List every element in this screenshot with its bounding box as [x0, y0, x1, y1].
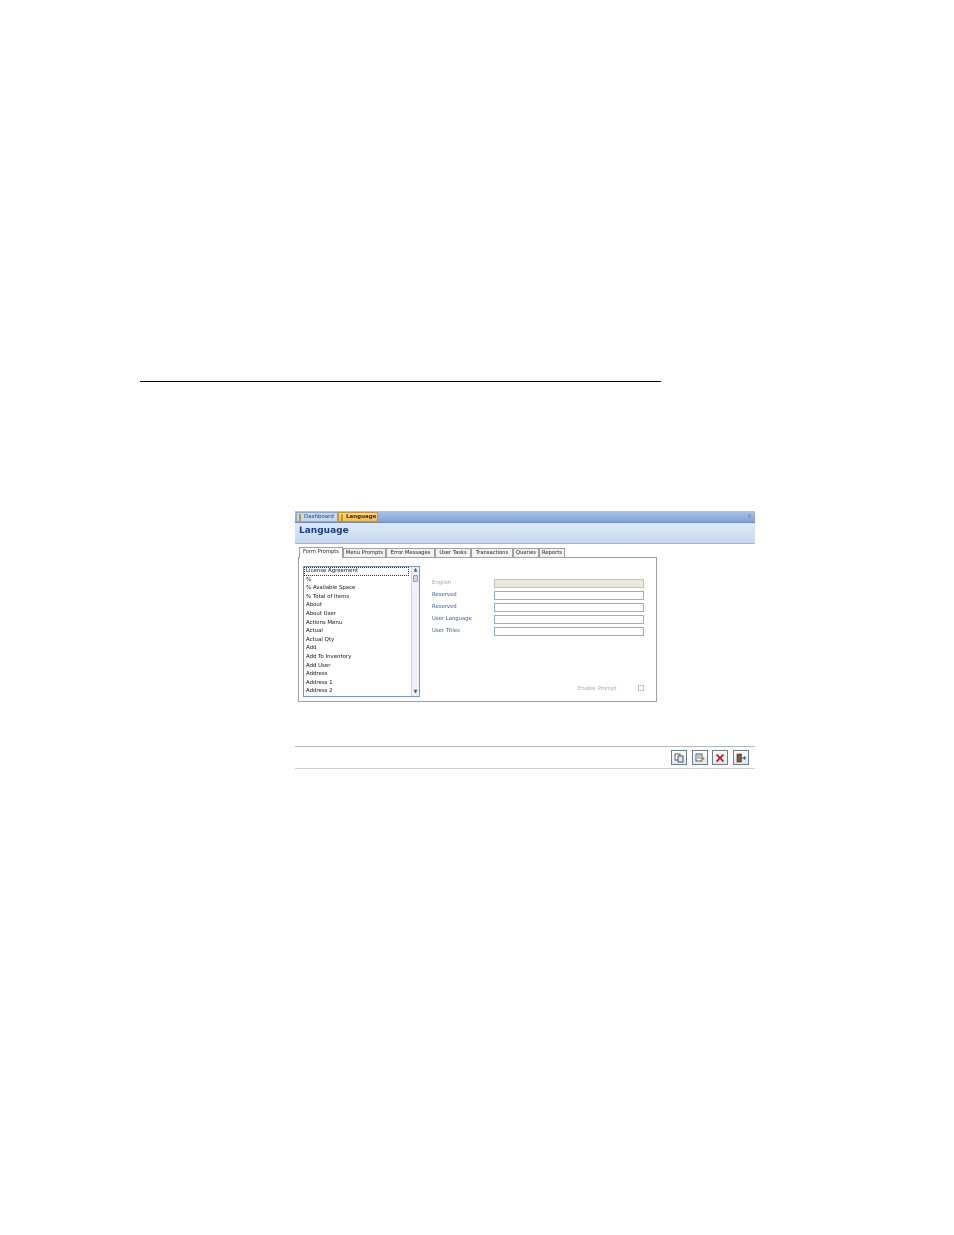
document-tab-bar: Dashboard Language ×	[295, 511, 755, 523]
delete-button[interactable]	[712, 750, 728, 765]
list-item[interactable]: % Total of Items	[304, 593, 419, 602]
tab-dashboard-label: Dashboard	[304, 514, 334, 520]
user-titles-label: User Titles	[432, 628, 460, 634]
edit-button[interactable]	[692, 750, 708, 765]
copy-button[interactable]	[671, 750, 687, 765]
delete-icon	[715, 753, 725, 762]
tab-reports[interactable]: Reports	[539, 548, 565, 557]
scroll-up-icon[interactable]: ▲	[412, 567, 419, 574]
tab-form-prompts[interactable]: Form Prompts	[299, 547, 343, 558]
tab-error-messages[interactable]: Error Messages	[386, 548, 435, 557]
enable-prompt-label: Enable Prompt	[578, 686, 617, 692]
list-item[interactable]: Address	[304, 670, 419, 679]
form-header: Language	[295, 523, 755, 544]
list-item[interactable]: %	[304, 576, 419, 585]
english-label: English	[432, 580, 452, 586]
list-item[interactable]: Actions Menu	[304, 619, 419, 628]
close-icon[interactable]: ×	[747, 511, 752, 522]
list-item[interactable]: About User	[304, 610, 419, 619]
tab-queries[interactable]: Queries	[513, 548, 539, 557]
form-icon	[341, 513, 343, 521]
tab-dashboard[interactable]: Dashboard	[296, 512, 338, 522]
list-scrollbar[interactable]: ▲ ▼	[411, 567, 419, 696]
reserved-label-1: Reserved	[432, 592, 457, 598]
footer-divider-bottom	[295, 768, 755, 769]
form-icon	[299, 513, 301, 521]
footer-divider-top	[295, 746, 755, 747]
list-item[interactable]: % Available Space	[304, 584, 419, 593]
language-window: Dashboard Language × Language Form Promp…	[295, 511, 755, 771]
scroll-down-icon[interactable]: ▼	[412, 689, 419, 696]
english-field	[494, 579, 644, 588]
list-item[interactable]: Address 2	[304, 687, 419, 696]
enable-prompt-checkbox[interactable]	[638, 685, 644, 691]
user-language-field[interactable]	[494, 615, 644, 624]
tab-menu-prompts[interactable]: Menu Prompts	[343, 548, 386, 557]
user-titles-field[interactable]	[494, 627, 644, 636]
edit-icon	[695, 753, 705, 762]
list-item[interactable]: Address 1	[304, 679, 419, 688]
reserved-field-2[interactable]	[494, 603, 644, 612]
user-language-label: User Language	[432, 616, 472, 622]
copy-icon	[674, 753, 684, 762]
page-title: Language	[299, 526, 349, 536]
tab-transactions[interactable]: Transactions	[471, 548, 513, 557]
reserved-field-1[interactable]	[494, 591, 644, 600]
exit-button[interactable]	[733, 750, 749, 765]
list-item[interactable]: License Agreement	[304, 567, 409, 576]
list-item[interactable]: Add User	[304, 662, 419, 671]
prompt-listbox[interactable]: License Agreement % % Available Space % …	[303, 566, 420, 697]
list-item[interactable]: Add	[304, 644, 419, 653]
reserved-label-2: Reserved	[432, 604, 457, 610]
list-item[interactable]: About	[304, 601, 419, 610]
scroll-thumb[interactable]	[413, 575, 418, 582]
tab-user-tasks[interactable]: User Tasks	[435, 548, 471, 557]
list-item[interactable]: Actual Qty	[304, 636, 419, 645]
page-divider-rule	[140, 381, 661, 382]
exit-icon	[736, 753, 746, 762]
tab-language-label: Language	[346, 514, 377, 520]
tab-language[interactable]: Language	[338, 512, 378, 522]
form-prompts-panel: License Agreement % % Available Space % …	[298, 557, 657, 702]
list-item[interactable]: Add To Inventory	[304, 653, 419, 662]
list-item[interactable]: Actual	[304, 627, 419, 636]
